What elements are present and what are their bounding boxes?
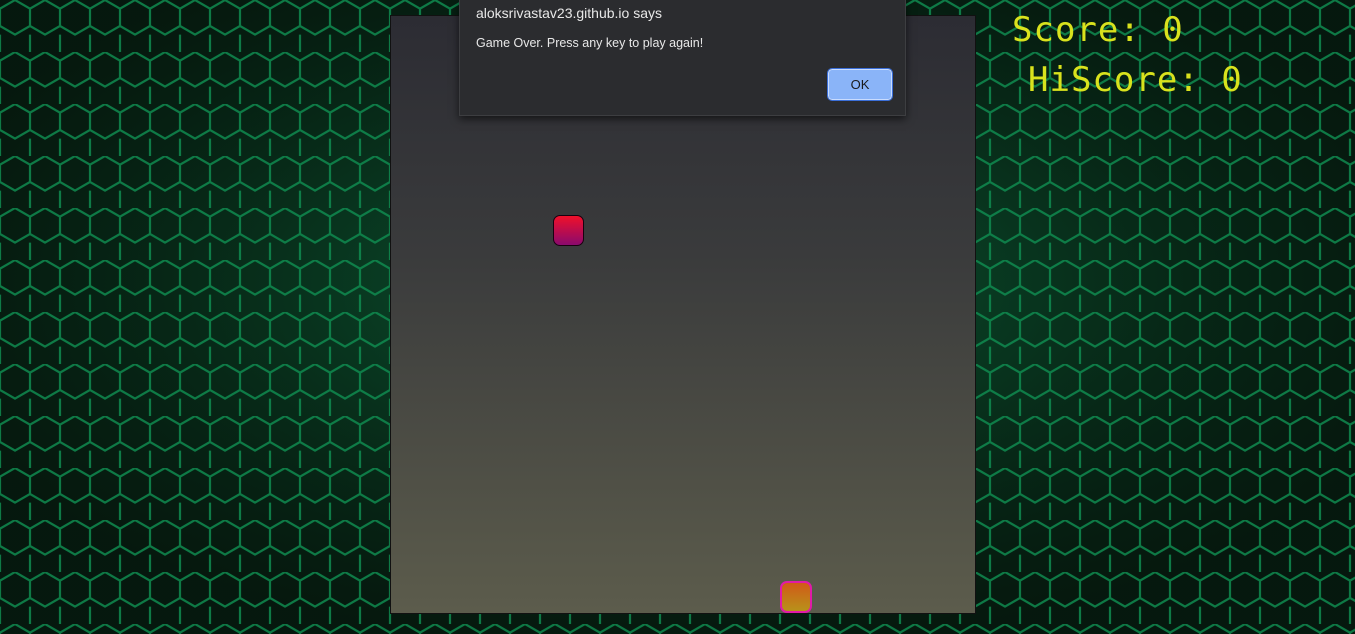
score-display: Score: 0 (1012, 10, 1184, 50)
snake-head (780, 581, 812, 613)
hiscore-display: HiScore: 0 (1028, 60, 1243, 100)
ok-button[interactable]: OK (827, 68, 893, 101)
food-block (553, 215, 584, 246)
alert-dialog: aloksrivastav23.github.io says Game Over… (459, 0, 906, 116)
dialog-message: Game Over. Press any key to play again! (476, 36, 704, 50)
dialog-origin-text: aloksrivastav23.github.io says (476, 5, 662, 21)
